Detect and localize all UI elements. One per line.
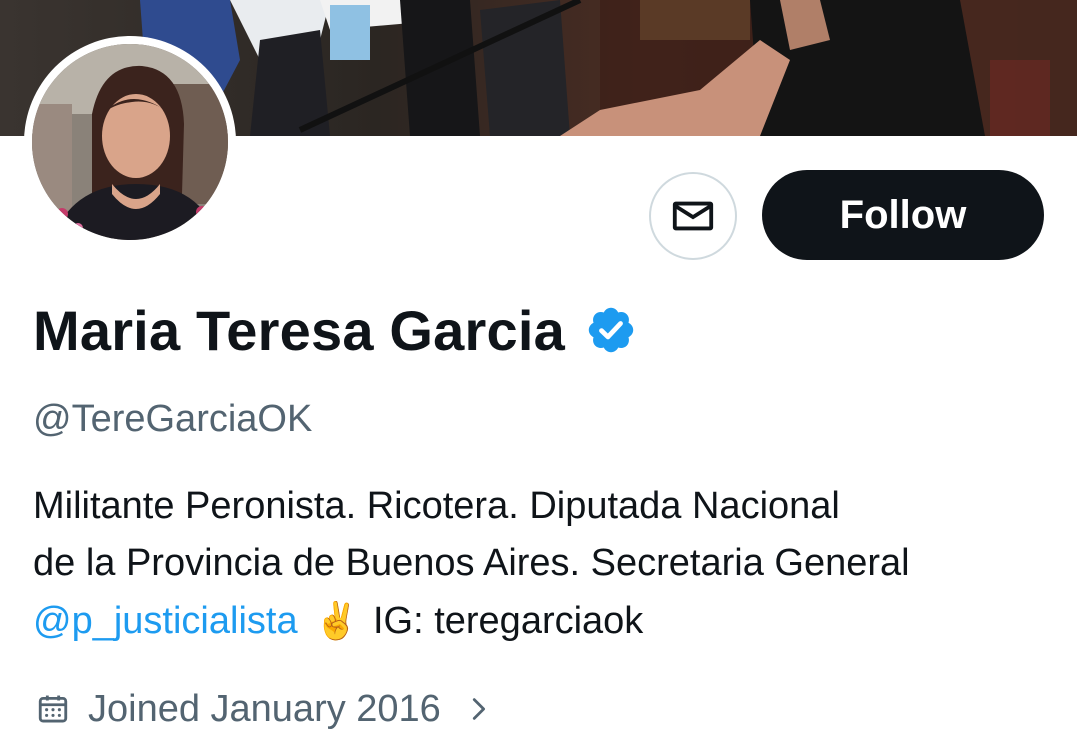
envelope-icon — [672, 201, 714, 231]
joined-date-row[interactable]: Joined January 2016 — [36, 682, 493, 736]
joined-date-text: Joined January 2016 — [88, 687, 441, 730]
profile-display-name: Maria Teresa Garcia — [33, 298, 565, 362]
victory-hand-emoji: ✌️ — [314, 600, 359, 641]
bio-instagram-text: IG: teregarciaok — [372, 600, 644, 642]
profile-name-row: Maria Teresa Garcia — [33, 294, 637, 366]
message-button[interactable] — [649, 172, 737, 260]
avatar[interactable] — [24, 36, 236, 248]
profile-bio: Militante Peronista. Ricotera. Diputada … — [33, 478, 1053, 650]
calendar-icon — [38, 695, 68, 723]
bio-line-2: de la Provincia de Buenos Aires. Secreta… — [33, 542, 910, 584]
bio-line-1: Militante Peronista. Ricotera. Diputada … — [33, 485, 840, 527]
profile-handle: @TereGarciaOK — [33, 398, 313, 440]
verified-badge-icon[interactable] — [585, 304, 637, 356]
follow-button[interactable]: Follow — [762, 170, 1044, 260]
chevron-right-icon — [472, 698, 485, 720]
avatar-photo — [32, 44, 228, 240]
bio-line-3: @p_justicialista ✌️ IG: teregarciaok — [33, 592, 1053, 650]
bio-mention-link[interactable]: @p_justicialista — [33, 600, 298, 642]
